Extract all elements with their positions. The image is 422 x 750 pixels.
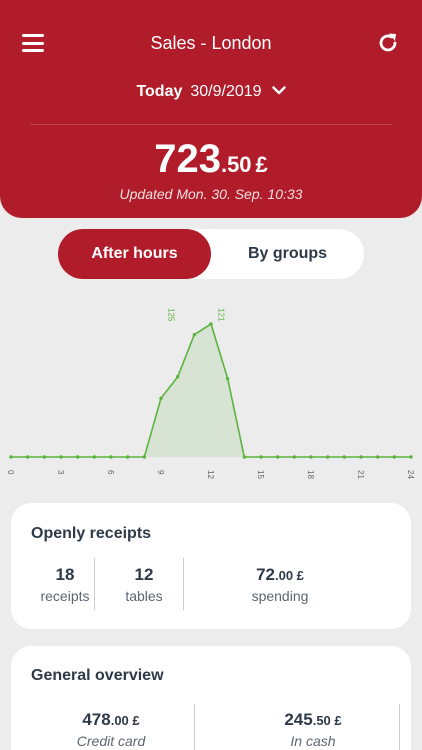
chart-annotation: 121 bbox=[216, 308, 225, 322]
chart-point bbox=[359, 455, 363, 459]
chart-tick-label: 12 bbox=[206, 470, 215, 479]
amount-currency: £ bbox=[255, 152, 268, 177]
chart-tick-label: 9 bbox=[156, 470, 165, 475]
open-receipts-card: Openly receipts 18 receipts 12 tables 72… bbox=[11, 503, 411, 629]
card-title: Openly receipts bbox=[31, 525, 152, 542]
divider bbox=[194, 704, 195, 750]
chart-point bbox=[42, 455, 47, 459]
chart-tick-label: 15 bbox=[256, 470, 265, 479]
chart-point bbox=[192, 332, 197, 337]
credit-card-value: 478.00 £ bbox=[31, 710, 191, 730]
chart-point bbox=[375, 455, 380, 459]
chart-tick-label: 3 bbox=[56, 470, 65, 475]
credit-card-decimal: .00 £ bbox=[110, 713, 140, 728]
cash-integer: 245 bbox=[284, 710, 313, 729]
chart-point bbox=[75, 455, 80, 459]
chart-point bbox=[242, 455, 247, 459]
date-selector[interactable]: Today 30/9/2019 bbox=[0, 82, 422, 101]
receipts-stat: 18 receipts bbox=[25, 565, 105, 604]
chart-point bbox=[9, 455, 13, 459]
cash-decimal: .50 £ bbox=[312, 713, 342, 728]
chart-point bbox=[325, 455, 330, 459]
spending-stat: 72.00 £ spending bbox=[200, 565, 360, 604]
chart-point bbox=[409, 455, 413, 459]
date-value: 30/9/2019 bbox=[190, 83, 262, 100]
chart-point bbox=[142, 455, 147, 459]
spending-value: 72.00 £ bbox=[200, 565, 360, 585]
chart-point bbox=[209, 322, 213, 326]
tables-count: 12 bbox=[134, 565, 154, 584]
chart-area bbox=[11, 323, 411, 457]
cash-stat: 245.50 £ In cash bbox=[233, 710, 393, 749]
view-toggle: After hours By groups bbox=[58, 229, 364, 279]
chart-tick-label: 6 bbox=[106, 470, 115, 475]
chart-tick-label: 18 bbox=[306, 470, 315, 479]
chevron-down-icon bbox=[271, 82, 286, 100]
chart-point bbox=[109, 455, 113, 459]
chart-point bbox=[25, 455, 30, 459]
chart-point bbox=[92, 455, 97, 459]
header-divider bbox=[30, 124, 392, 125]
chart-point bbox=[275, 455, 280, 459]
tables-stat: 12 tables bbox=[104, 565, 184, 604]
chart-point bbox=[309, 455, 313, 459]
card-title: General overview bbox=[31, 667, 164, 684]
header: Sales - London Today 30/9/2019 723.50 £ Up… bbox=[0, 0, 422, 218]
page-title: Sales - London bbox=[150, 33, 272, 53]
chart-point bbox=[59, 455, 63, 459]
chart-point bbox=[175, 375, 180, 379]
spending-label: spending bbox=[251, 588, 309, 604]
chart-point bbox=[392, 455, 397, 459]
credit-card-label: Credit card bbox=[76, 733, 146, 749]
receipts-label: receipts bbox=[40, 588, 90, 604]
credit-card-integer: 478 bbox=[82, 710, 111, 729]
chart-point bbox=[259, 455, 263, 459]
tables-label: tables bbox=[125, 588, 163, 604]
tab-by-groups[interactable]: By groups bbox=[211, 229, 364, 279]
divider bbox=[399, 704, 400, 750]
cash-value: 245.50 £ bbox=[233, 710, 393, 730]
chart-point bbox=[159, 396, 163, 400]
divider bbox=[94, 558, 95, 610]
updated-timestamp: Updated Mon. 30. Sep. 10:33 bbox=[119, 186, 303, 202]
chart-tick-label: 24 bbox=[406, 470, 415, 479]
chart-point bbox=[125, 455, 130, 459]
divider bbox=[183, 558, 184, 610]
cash-label: In cash bbox=[290, 733, 336, 749]
spending-decimal: .00 £ bbox=[275, 568, 304, 583]
chart-point bbox=[225, 377, 230, 381]
chart-point bbox=[292, 455, 297, 459]
amount-decimal: .50 bbox=[220, 152, 252, 177]
tab-after-hours[interactable]: After hours bbox=[58, 229, 211, 279]
chart-point bbox=[342, 455, 347, 459]
chart-tick-label: 0 bbox=[6, 470, 15, 475]
credit-card-stat: 478.00 £ Credit card bbox=[31, 710, 191, 749]
refresh-icon[interactable] bbox=[376, 31, 400, 55]
chart-tick-label: 21 bbox=[356, 470, 365, 479]
general-overview-card: General overview 478.00 £ Credit card 24… bbox=[11, 646, 411, 750]
chart-annotation: 125 bbox=[166, 308, 175, 322]
total-amount: 723.50 £ bbox=[0, 137, 422, 182]
hourly-sales-chart: 0 3 6 9 12 15 18 21 24 125 121 bbox=[6, 308, 415, 479]
receipts-count: 18 bbox=[55, 565, 75, 584]
amount-integer: 723 bbox=[154, 137, 221, 181]
spending-integer: 72 bbox=[256, 565, 275, 584]
date-label: Today bbox=[136, 83, 183, 100]
